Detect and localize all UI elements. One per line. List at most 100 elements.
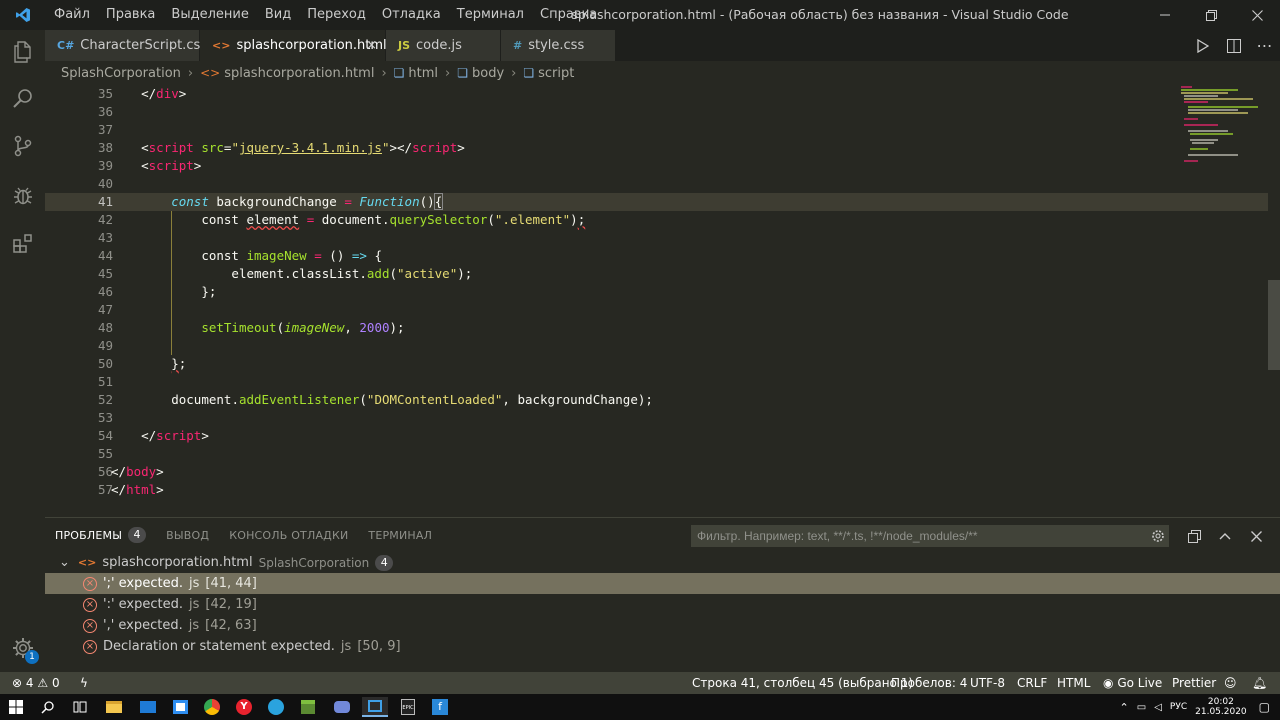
more-actions-icon[interactable]: ⋯ (1249, 30, 1280, 61)
debug-icon[interactable] (0, 174, 45, 218)
current-code-line: 41 const backgroundChange = Function(){ (45, 193, 1280, 211)
files-app-icon[interactable]: f (430, 697, 450, 717)
code-line: 44 const imageNew = () => { (97, 248, 383, 263)
problems-status[interactable]: ⊗ 4 ⚠ 0 (12, 672, 60, 694)
breadcrumb-html[interactable]: html (408, 66, 438, 81)
split-editor-icon[interactable] (1218, 30, 1249, 61)
keyboard-language[interactable]: РУС (1170, 702, 1187, 712)
breadcrumb-folder[interactable]: SplashCorporation (61, 66, 181, 81)
breadcrumb-file[interactable]: splashcorporation.html (224, 66, 374, 81)
code-line: 45 element.classList.add("active"); (97, 266, 473, 281)
status-bar: ⊗ 4 ⚠ 0 ϟ Строка 41, столбец 45 (выбрано… (0, 672, 1280, 694)
menu-bar: Файл Правка Выделение Вид Переход Отладк… (46, 0, 605, 30)
menu-terminal[interactable]: Терминал (449, 0, 532, 30)
tab-label: CharacterScript.cs (80, 38, 201, 53)
problem-location: [50, 9] (357, 639, 401, 654)
code-line: 37 (97, 122, 113, 137)
tray-chevron-up-icon[interactable]: ⌃ (1120, 701, 1129, 714)
vertical-scrollbar[interactable] (1268, 85, 1280, 517)
copy-icon[interactable] (1183, 525, 1205, 547)
problem-item[interactable]: × Declaration or statement expected. js … (45, 636, 1280, 657)
breadcrumb: SplashCorporation › <> splashcorporation… (45, 61, 1280, 85)
problem-file-name: splashcorporation.html (102, 555, 253, 570)
explorer-icon[interactable] (0, 30, 45, 74)
menu-edit[interactable]: Правка (98, 0, 163, 30)
feedback-smiley-icon[interactable]: ☺ (1224, 672, 1237, 694)
tab-code-js[interactable]: JS code.js (386, 30, 500, 61)
action-center-icon[interactable]: ▢ (1259, 700, 1270, 714)
tab-terminal[interactable]: ТЕРМИНАЛ (368, 529, 432, 542)
indentation-status[interactable]: Пробелов: 4 (891, 672, 967, 694)
code-line: 55 (97, 446, 113, 461)
chrome-icon[interactable] (202, 697, 222, 717)
language-mode[interactable]: HTML (1057, 672, 1090, 694)
encoding-status[interactable]: UTF-8 (970, 672, 1005, 694)
breadcrumb-script[interactable]: script (538, 66, 574, 81)
tab-debug-console[interactable]: КОНСОЛЬ ОТЛАДКИ (229, 529, 348, 542)
broadcast-icon: ◉ (1103, 676, 1114, 690)
code-line: 46 }; (97, 284, 217, 299)
code-line: 52 document.addEventListener("DOMContent… (97, 392, 653, 407)
menu-file[interactable]: Файл (46, 0, 98, 30)
file-explorer-icon[interactable] (104, 697, 124, 717)
breadcrumb-body[interactable]: body (472, 66, 504, 81)
filter-settings-icon[interactable] (1147, 525, 1169, 547)
manage-gear-icon[interactable]: 1 (0, 626, 45, 670)
menu-view[interactable]: Вид (257, 0, 299, 30)
lightning-icon[interactable]: ϟ (80, 672, 88, 694)
task-view-icon[interactable] (70, 697, 90, 717)
go-live-button[interactable]: ◉ Go Live (1103, 672, 1162, 694)
run-icon[interactable] (1187, 30, 1218, 61)
vscode-taskbar-icon[interactable] (362, 697, 388, 717)
yandex-browser-icon[interactable]: Y (234, 697, 254, 717)
problem-location: [42, 63] (205, 618, 257, 633)
tab-characterscript-cs[interactable]: C# CharacterScript.cs (45, 30, 201, 61)
restore-button[interactable] (1188, 0, 1234, 30)
close-window-button[interactable] (1234, 0, 1280, 30)
search-icon[interactable] (38, 697, 58, 717)
close-panel-icon[interactable] (1245, 525, 1267, 547)
html-icon: <> (212, 39, 231, 52)
system-tray: ⌃ ▭ ◁ РУС 20:02 21.05.2020 ▢ (1120, 694, 1280, 720)
telegram-icon[interactable] (266, 697, 286, 717)
code-line: 36 (97, 104, 113, 119)
tab-problems-label: ПРОБЛЕМЫ (55, 528, 123, 542)
scrollbar-thumb[interactable] (1268, 280, 1280, 370)
cursor-position[interactable]: Строка 41, столбец 45 (выбрано 1) (692, 672, 913, 694)
menu-debug[interactable]: Отладка (374, 0, 449, 30)
menu-selection[interactable]: Выделение (163, 0, 256, 30)
menu-go[interactable]: Переход (299, 0, 374, 30)
notifications-bell-icon[interactable]: 🔔︎ (1252, 672, 1267, 694)
clock[interactable]: 20:02 21.05.2020 (1195, 697, 1247, 717)
source-control-icon[interactable] (0, 124, 45, 168)
tab-splashcorporation-html[interactable]: <> splashcorporation.html × (200, 30, 387, 61)
epic-games-icon[interactable]: EPIC (398, 697, 418, 717)
close-tab-icon[interactable]: × (366, 38, 377, 53)
maximize-panel-icon[interactable] (1214, 525, 1236, 547)
problem-item[interactable]: × ':' expected. js [42, 19] (45, 594, 1280, 615)
prettier-status[interactable]: Prettier (1172, 672, 1216, 694)
discord-icon[interactable] (332, 697, 352, 717)
file-problem-count: 4 (375, 554, 394, 571)
minimap[interactable] (1178, 85, 1268, 175)
extensions-icon[interactable] (0, 222, 45, 266)
code-editor[interactable]: 35 </div> 36 37 38 <script src="jquery-3… (45, 85, 1280, 517)
problem-item[interactable]: × ';' expected. js [41, 44] (45, 573, 1280, 594)
js-icon: JS (398, 39, 411, 52)
tab-output[interactable]: ВЫВОД (166, 529, 209, 542)
mail-icon[interactable] (138, 697, 158, 717)
minecraft-icon[interactable] (298, 697, 318, 717)
speaker-icon[interactable]: ◁ (1154, 702, 1162, 713)
windows-start-icon[interactable] (6, 697, 26, 717)
network-icon[interactable]: ▭ (1137, 702, 1146, 713)
tab-problems[interactable]: ПРОБЛЕМЫ 4 (55, 527, 147, 543)
problem-item[interactable]: × ',' expected. js [42, 63] (45, 615, 1280, 636)
problems-file-group[interactable]: ⌄ <> splashcorporation.html SplashCorpor… (45, 552, 1280, 573)
eol-status[interactable]: CRLF (1017, 672, 1047, 694)
problems-filter-input[interactable] (691, 525, 1169, 547)
minimize-button[interactable] (1142, 0, 1188, 30)
tab-style-css[interactable]: # style.css (501, 30, 615, 61)
store-icon[interactable] (170, 697, 190, 717)
search-icon[interactable] (0, 76, 45, 120)
problem-source: js (340, 639, 352, 654)
